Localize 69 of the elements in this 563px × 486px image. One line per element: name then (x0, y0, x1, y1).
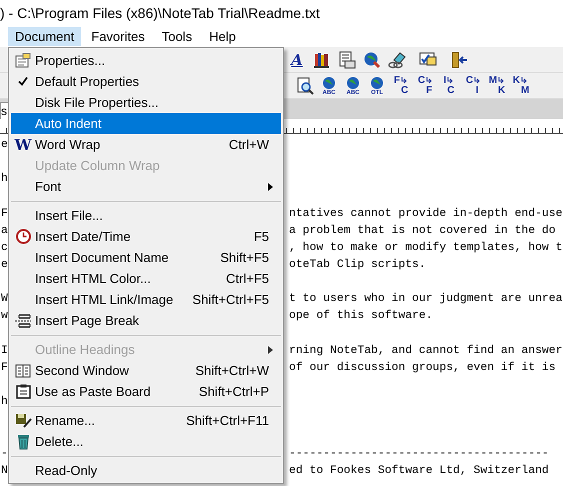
arrow-icon (447, 77, 454, 84)
menu-item[interactable]: Default Properties (11, 71, 281, 92)
text-line: N (1, 464, 8, 477)
text-line: oteTab Clip scripts. (289, 258, 426, 271)
clipboard-icon (16, 384, 30, 399)
text-line: w (1, 310, 8, 322)
arrow-icon (426, 77, 432, 84)
text-line: ope of this software. (289, 310, 433, 322)
menu-item[interactable]: Insert Document Name Shift+F5 (11, 247, 281, 268)
text-line: of our discussion groups, even if it is (289, 362, 556, 374)
split-window-icon (15, 364, 31, 378)
text-line: I (1, 344, 8, 357)
convert-button[interactable]: I C (438, 74, 460, 96)
menu-item[interactable]: W Word Wrap Ctrl+W (11, 134, 281, 155)
text-line: h (1, 396, 8, 408)
menu-bar-item[interactable]: Tools (154, 26, 200, 46)
menu-item[interactable]: Auto Indent (11, 113, 281, 134)
trash-icon (16, 434, 30, 450)
text-line: W (1, 293, 8, 306)
page-break-icon (15, 314, 31, 328)
font-button[interactable]: A (286, 48, 308, 70)
convert-button[interactable]: K M (510, 74, 532, 96)
text-line: F (1, 208, 8, 220)
menu-item[interactable]: Delete... (11, 431, 281, 452)
convert-button[interactable]: C F (414, 74, 436, 96)
globe-icon (346, 76, 360, 90)
arrow-icon (498, 77, 504, 84)
globe-icon (370, 76, 384, 90)
menu-item[interactable]: Insert HTML Link/Image Shift+Ctrl+F5 (11, 289, 281, 310)
properties-icon (15, 53, 31, 68)
convert-button[interactable]: M K (486, 74, 508, 96)
arrow-icon (520, 77, 527, 84)
arrow-icon (400, 77, 407, 84)
menu-item[interactable]: Insert HTML Color... Ctrl+F5 (11, 268, 281, 289)
menu-item[interactable]: Insert File... (11, 205, 281, 226)
word-wrap-icon: W (14, 136, 32, 154)
menu-bar-item[interactable]: Favorites (84, 26, 152, 46)
menu-item[interactable]: Insert Date/Time F5 (11, 226, 281, 247)
text-line: - (1, 448, 8, 460)
text-line: ed to Fookes Software Ltd, Switzerland (289, 464, 549, 477)
menu-item[interactable]: Use as Paste Board Shift+Ctrl+P (11, 381, 281, 402)
text-line: F (1, 362, 8, 374)
window-title: ) - C:\Program Files (x86)\NoteTab Trial\Readme.txt (0, 4, 320, 20)
text-line: rning NoteTab, and cannot find an answer (289, 344, 562, 357)
text-line: ntatives cannot provide in-depth end-use (289, 208, 562, 220)
menu-bar-item[interactable]: Document (8, 26, 82, 46)
menu-item[interactable]: Disk File Properties... (11, 92, 281, 113)
text-line: e (1, 139, 8, 151)
text-line: e (1, 258, 8, 271)
text-line: -------------------------------------- (289, 448, 549, 460)
text-line: a (1, 224, 8, 237)
text-line: c (1, 242, 8, 254)
menu-item[interactable]: Font (11, 176, 281, 197)
disk-pencil-icon (14, 413, 32, 428)
globe-icon (322, 76, 336, 90)
menu-item[interactable]: Properties... (11, 50, 281, 71)
menu-item[interactable]: Insert Page Break (11, 310, 281, 331)
convert-button[interactable]: C I (462, 74, 484, 96)
menu-item[interactable]: Second Window Shift+Ctrl+W (11, 360, 281, 381)
arrow-icon (474, 77, 480, 84)
text-line: t to users who in our judgment are unrea (289, 293, 562, 306)
menu-item[interactable]: Read-Only (11, 460, 281, 481)
menu-item[interactable]: Rename... Shift+Ctrl+F11 (11, 410, 281, 431)
text-line: , how to make or modify templates, how t (289, 242, 562, 254)
text-line: a problem that is not covered in the do (289, 224, 556, 237)
convert-button[interactable]: F C (390, 74, 412, 96)
clock-icon (16, 229, 30, 244)
menu-bar-item[interactable]: Help (202, 26, 243, 46)
text-line: h (1, 173, 8, 186)
